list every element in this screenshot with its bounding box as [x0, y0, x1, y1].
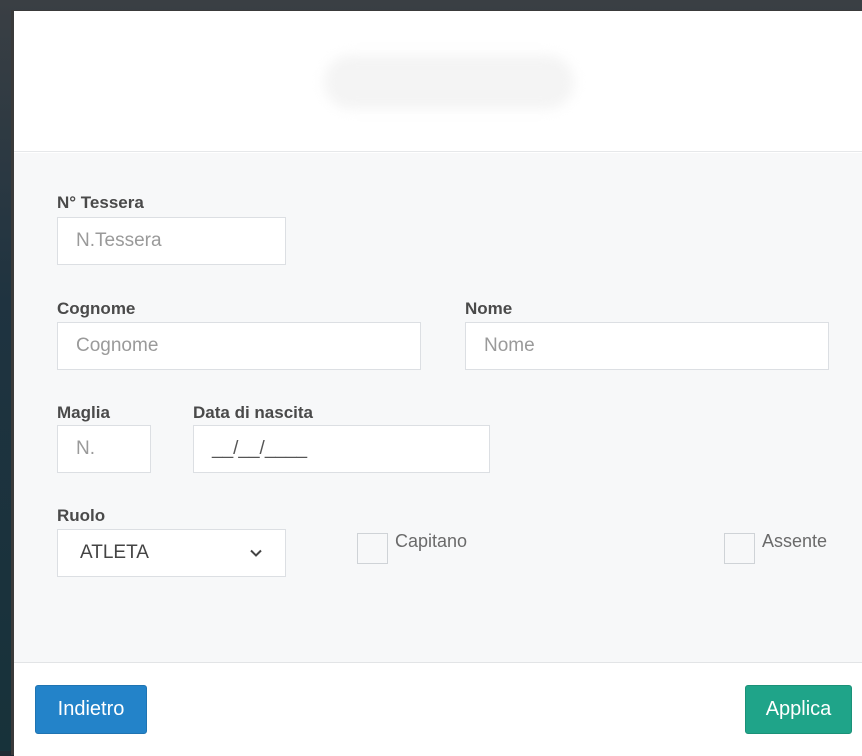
chevron-down-icon — [250, 549, 262, 557]
back-button[interactable]: Indietro — [35, 685, 147, 734]
blurred-header-title — [324, 55, 574, 109]
ruolo-label: Ruolo — [57, 506, 106, 525]
capitano-label: Capitano — [395, 531, 468, 551]
assente-checkbox[interactable] — [724, 533, 755, 564]
capitano-checkbox[interactable] — [357, 533, 388, 564]
tessera-label: N° Tessera — [57, 193, 144, 212]
maglia-label: Maglia — [57, 403, 110, 422]
modal-header — [14, 11, 862, 152]
nascita-input[interactable]: __/__/____ — [193, 425, 490, 473]
capitano-checkbox-group[interactable]: Capitano — [357, 531, 468, 564]
ruolo-selected-value: ATLETA — [80, 542, 149, 563]
ruolo-select[interactable]: ATLETA — [57, 529, 286, 577]
cognome-input[interactable]: Cognome — [57, 322, 421, 370]
assente-label: Assente — [762, 531, 828, 551]
modal-body: N° Tessera N.Tessera Cognome Cognome Nom… — [14, 153, 862, 663]
nome-label: Nome — [465, 299, 513, 318]
assente-checkbox-group[interactable]: Assente — [724, 531, 828, 564]
apply-button[interactable]: Applica — [745, 685, 852, 734]
nome-input[interactable]: Nome — [465, 322, 829, 370]
tessera-input[interactable]: N.Tessera — [57, 217, 286, 265]
maglia-input[interactable]: N. — [57, 425, 151, 473]
modal-footer: Indietro Applica — [14, 662, 862, 756]
player-modal: N° Tessera N.Tessera Cognome Cognome Nom… — [11, 10, 862, 756]
cognome-label: Cognome — [57, 299, 136, 318]
nascita-label: Data di nascita — [193, 403, 313, 422]
